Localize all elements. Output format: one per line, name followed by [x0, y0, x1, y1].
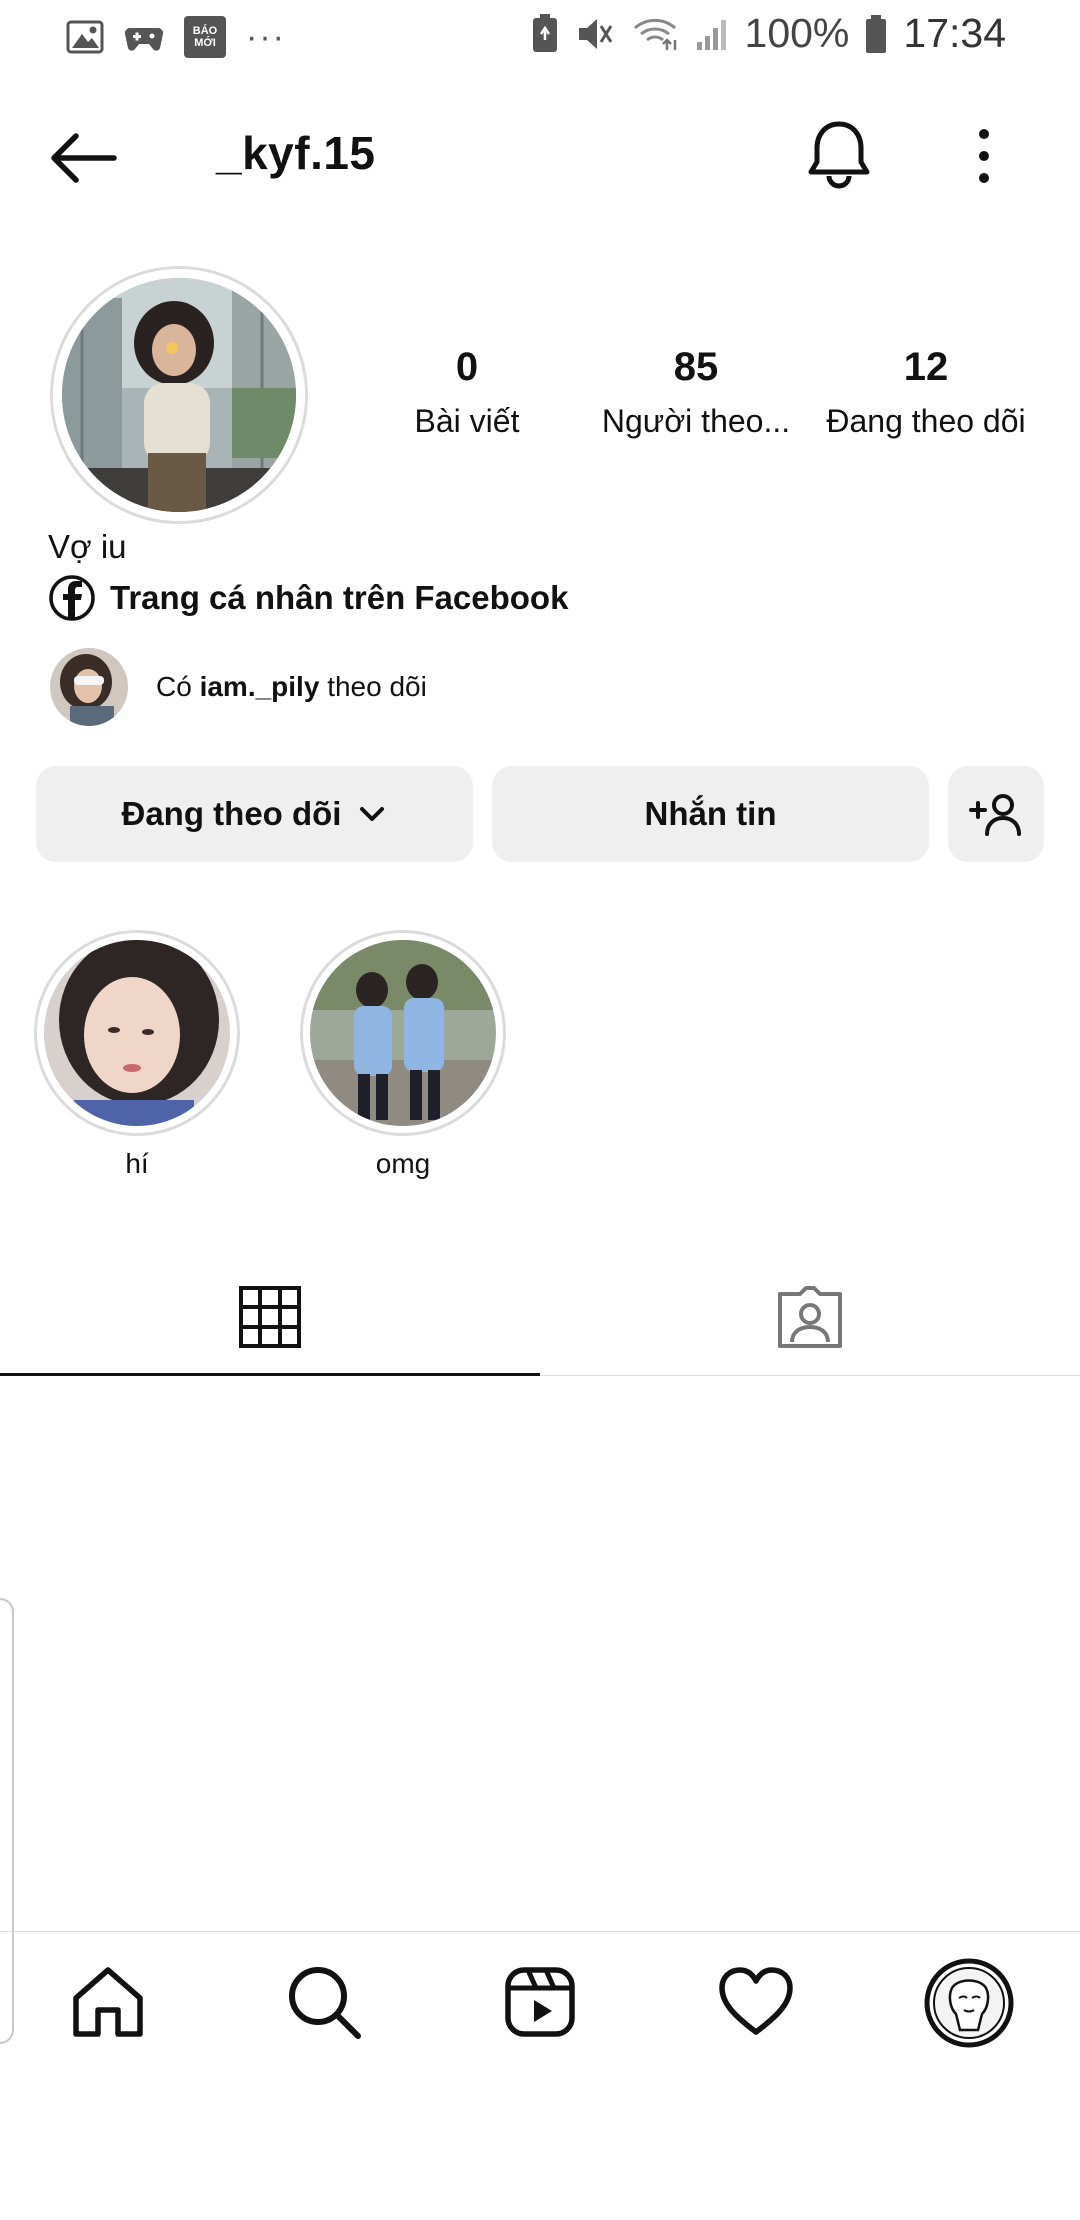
clock: 17:34: [903, 10, 1006, 56]
stat-following-label: Đang theo dõi: [826, 403, 1026, 439]
highlight-photo: [44, 940, 230, 1126]
add-person-icon: [969, 794, 1021, 836]
highlight-label: omg: [375, 1148, 431, 1179]
reels-icon: [505, 1967, 575, 2037]
tagged-icon: [778, 1285, 842, 1348]
nav-reels[interactable]: [500, 1962, 580, 2042]
nav-activity[interactable]: [716, 1962, 796, 2042]
stat-following-value: 12: [903, 345, 949, 389]
chevron-down-icon: [360, 807, 385, 821]
highlight-ring: [300, 930, 506, 1136]
suggest-users-button[interactable]: [948, 766, 1044, 862]
mutual-photo: [50, 648, 128, 726]
profile-avatar[interactable]: [62, 278, 296, 512]
more-notifications: ···: [246, 17, 286, 56]
profile-username: _kyf.15: [216, 127, 376, 179]
tab-posts-grid[interactable]: [0, 1260, 540, 1373]
stat-followers[interactable]: 85 Người theo...: [586, 345, 806, 440]
mutual-followers[interactable]: Có iam._pily theo dõi: [50, 648, 427, 726]
bottom-nav: [0, 1932, 1080, 2072]
status-bar: BÁO MỚI ··· 100% 17:34: [0, 0, 1080, 72]
message-button[interactable]: Nhắn tin: [492, 766, 929, 862]
stat-posts-label: Bài viết: [414, 403, 520, 439]
tab-active-indicator: [0, 1373, 540, 1376]
tab-tagged[interactable]: [540, 1260, 1080, 1373]
bell-icon: [808, 121, 870, 189]
bao-moi-icon: BÁO MỚI: [184, 16, 226, 58]
stat-posts[interactable]: 0 Bài viết: [357, 345, 577, 440]
nav-search[interactable]: [284, 1962, 364, 2042]
gallery-icon: [66, 20, 104, 54]
nav-profile[interactable]: [924, 1958, 1014, 2048]
stat-posts-value: 0: [455, 345, 479, 389]
signal-icon: [696, 19, 726, 50]
facebook-profile-link[interactable]: Trang cá nhân trên Facebook: [48, 574, 568, 622]
highlight-ring: [34, 930, 240, 1136]
profile-photo: [62, 278, 296, 512]
battery-saver-icon: [532, 13, 557, 52]
nav-home[interactable]: [68, 1962, 148, 2042]
game-controller-icon: [124, 27, 164, 51]
status-left: BÁO MỚI ···: [66, 16, 286, 58]
highlight-label: hí: [125, 1148, 149, 1179]
home-icon: [73, 1967, 143, 2037]
story-highlight[interactable]: hí: [34, 930, 240, 1180]
following-dropdown-button[interactable]: Đang theo dõi: [36, 766, 473, 862]
more-vertical-icon: [979, 129, 989, 183]
mutual-username[interactable]: iam._pily: [200, 671, 320, 702]
stat-following[interactable]: 12 Đang theo dõi: [816, 345, 1036, 440]
grid-icon: [239, 1285, 301, 1348]
heart-icon: [719, 1967, 793, 2035]
stat-followers-value: 85: [673, 345, 719, 389]
mutual-avatar: [50, 648, 128, 726]
bio-display-name: Vợ iu: [48, 528, 127, 565]
status-right: 100% 17:34: [531, 10, 1006, 57]
back-arrow-icon: [51, 133, 117, 183]
profile-avatar: [924, 1958, 1014, 2048]
highlight-photo: [310, 940, 496, 1126]
highlight-cover: [310, 940, 496, 1126]
search-icon: [289, 1967, 361, 2039]
message-button-label: Nhắn tin: [644, 795, 777, 832]
notifications-button[interactable]: [806, 118, 872, 192]
stat-followers-label: Người theo...: [601, 403, 791, 439]
more-options-button[interactable]: [964, 126, 1004, 186]
facebook-icon: [49, 575, 95, 621]
tab-divider: [540, 1375, 1080, 1376]
wifi-icon: [633, 18, 676, 50]
story-highlight[interactable]: omg: [300, 930, 506, 1180]
back-button[interactable]: [44, 128, 124, 188]
facebook-link-label: Trang cá nhân trên Facebook: [110, 579, 569, 616]
highlight-cover: [44, 940, 230, 1126]
battery-icon: [866, 14, 887, 53]
mute-icon: [578, 18, 612, 49]
battery-percent: 100%: [744, 10, 850, 56]
following-button-label: Đang theo dõi: [121, 795, 342, 832]
mutual-followers-text: Có iam._pily theo dõi: [156, 671, 427, 702]
